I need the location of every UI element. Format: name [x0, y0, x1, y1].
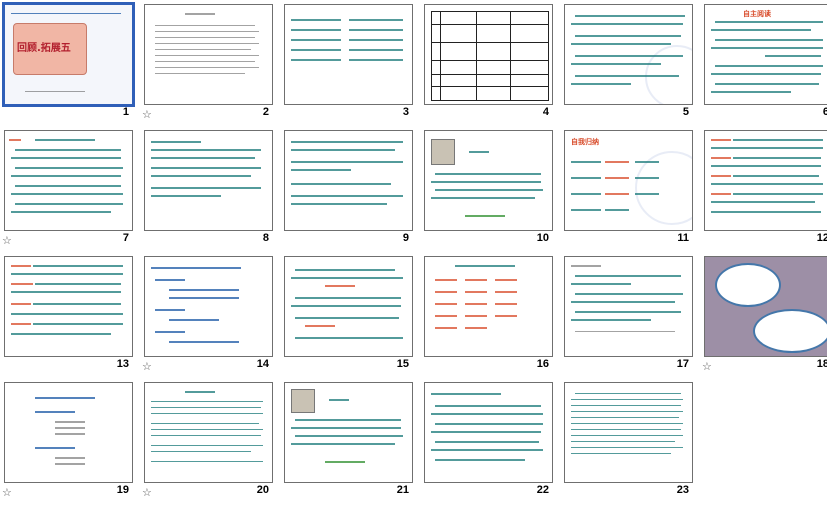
slide-thumbnail-19[interactable]: ☆ 19	[0, 378, 137, 504]
slide-title: 自我归纳	[571, 138, 599, 146]
slide-number: 2	[262, 106, 269, 118]
slide-number: 12	[816, 232, 827, 244]
slide-thumbnail-2[interactable]: ☆ 2	[140, 0, 277, 126]
slide-thumbnail-12[interactable]: 12	[700, 126, 827, 252]
slide-number: 18	[816, 358, 827, 370]
slide-thumbnail-5[interactable]: 5	[560, 0, 697, 126]
slide-number: 6	[822, 106, 827, 118]
slide-number: 20	[256, 484, 269, 496]
slide-preview: 自主阅读	[704, 4, 827, 105]
slide-number: 1	[122, 106, 129, 118]
slide-thumbnail-6[interactable]: 自主阅读 6	[700, 0, 827, 126]
slide-preview	[564, 256, 693, 357]
slide-thumbnail-3[interactable]: 3	[280, 0, 417, 126]
slide-thumbnail-22[interactable]: 22	[420, 378, 557, 504]
slide-number: 16	[536, 358, 549, 370]
slide-number: 19	[116, 484, 129, 496]
star-icon[interactable]: ☆	[702, 360, 712, 373]
slide-thumbnail-1[interactable]: 回顾.拓展五 1	[0, 0, 137, 126]
slide-thumbnail-4[interactable]: 4	[420, 0, 557, 126]
slide-thumbnail-18[interactable]: ☆ 18	[700, 252, 827, 378]
slide-thumbnail-23[interactable]: 23	[560, 378, 697, 504]
star-icon[interactable]: ☆	[2, 234, 12, 247]
slide-number: 10	[536, 232, 549, 244]
slide-number: 8	[262, 232, 269, 244]
slide-title: 自主阅读	[743, 10, 771, 18]
slide-number: 14	[256, 358, 269, 370]
slide-preview	[424, 382, 553, 483]
slide-preview	[704, 256, 827, 357]
slide-preview	[4, 382, 133, 483]
slide-thumbnail-14[interactable]: ☆ 14	[140, 252, 277, 378]
slide-preview	[284, 130, 413, 231]
slide-preview: 回顾.拓展五	[2, 2, 135, 107]
slide-thumbnail-20[interactable]: ☆ 20	[140, 378, 277, 504]
star-icon[interactable]: ☆	[142, 108, 152, 121]
slide-number: 23	[676, 484, 689, 496]
slide-number: 15	[396, 358, 409, 370]
slide-number: 9	[402, 232, 409, 244]
slide-number: 21	[396, 484, 409, 496]
slide-preview	[144, 382, 273, 483]
star-icon[interactable]: ☆	[142, 486, 152, 499]
slide-number: 13	[116, 358, 129, 370]
star-icon[interactable]: ☆	[2, 486, 12, 499]
slide-number: 5	[682, 106, 689, 118]
slide-thumbnail-9[interactable]: 9	[280, 126, 417, 252]
slide-thumbnail-8[interactable]: 8	[140, 126, 277, 252]
slide-preview	[704, 130, 827, 231]
slide-preview	[144, 256, 273, 357]
slide-thumbnail-11[interactable]: 自我归纳 11	[560, 126, 697, 252]
slide-preview	[424, 256, 553, 357]
slide-preview	[564, 382, 693, 483]
slide-preview	[284, 382, 413, 483]
slide-preview	[284, 4, 413, 105]
slide-preview	[4, 256, 133, 357]
slide-thumbnail-10[interactable]: 10	[420, 126, 557, 252]
slide-number: 17	[676, 358, 689, 370]
slide-number: 11	[677, 232, 689, 244]
slide-sorter-grid: 回顾.拓展五 1 ☆ 2 3 4 5 自主阅读 6 ☆ 7 8 9 10 自我归…	[0, 0, 827, 508]
slide-number: 22	[536, 484, 549, 496]
star-icon[interactable]: ☆	[142, 360, 152, 373]
slide-title: 回顾.拓展五	[17, 43, 71, 54]
slide-number: 3	[402, 106, 409, 118]
slide-thumbnail-16[interactable]: 16	[420, 252, 557, 378]
slide-number: 4	[542, 106, 549, 118]
slide-thumbnail-15[interactable]: 15	[280, 252, 417, 378]
slide-preview	[284, 256, 413, 357]
slide-preview	[144, 130, 273, 231]
slide-thumbnail-17[interactable]: 17	[560, 252, 697, 378]
slide-preview	[144, 4, 273, 105]
slide-thumbnail-21[interactable]: 21	[280, 378, 417, 504]
slide-thumbnail-13[interactable]: 13	[0, 252, 137, 378]
slide-thumbnail-7[interactable]: ☆ 7	[0, 126, 137, 252]
slide-preview	[424, 4, 553, 105]
slide-preview	[4, 130, 133, 231]
slide-preview	[564, 4, 693, 105]
slide-preview: 自我归纳	[564, 130, 693, 231]
slide-number: 7	[122, 232, 129, 244]
slide-preview	[424, 130, 553, 231]
